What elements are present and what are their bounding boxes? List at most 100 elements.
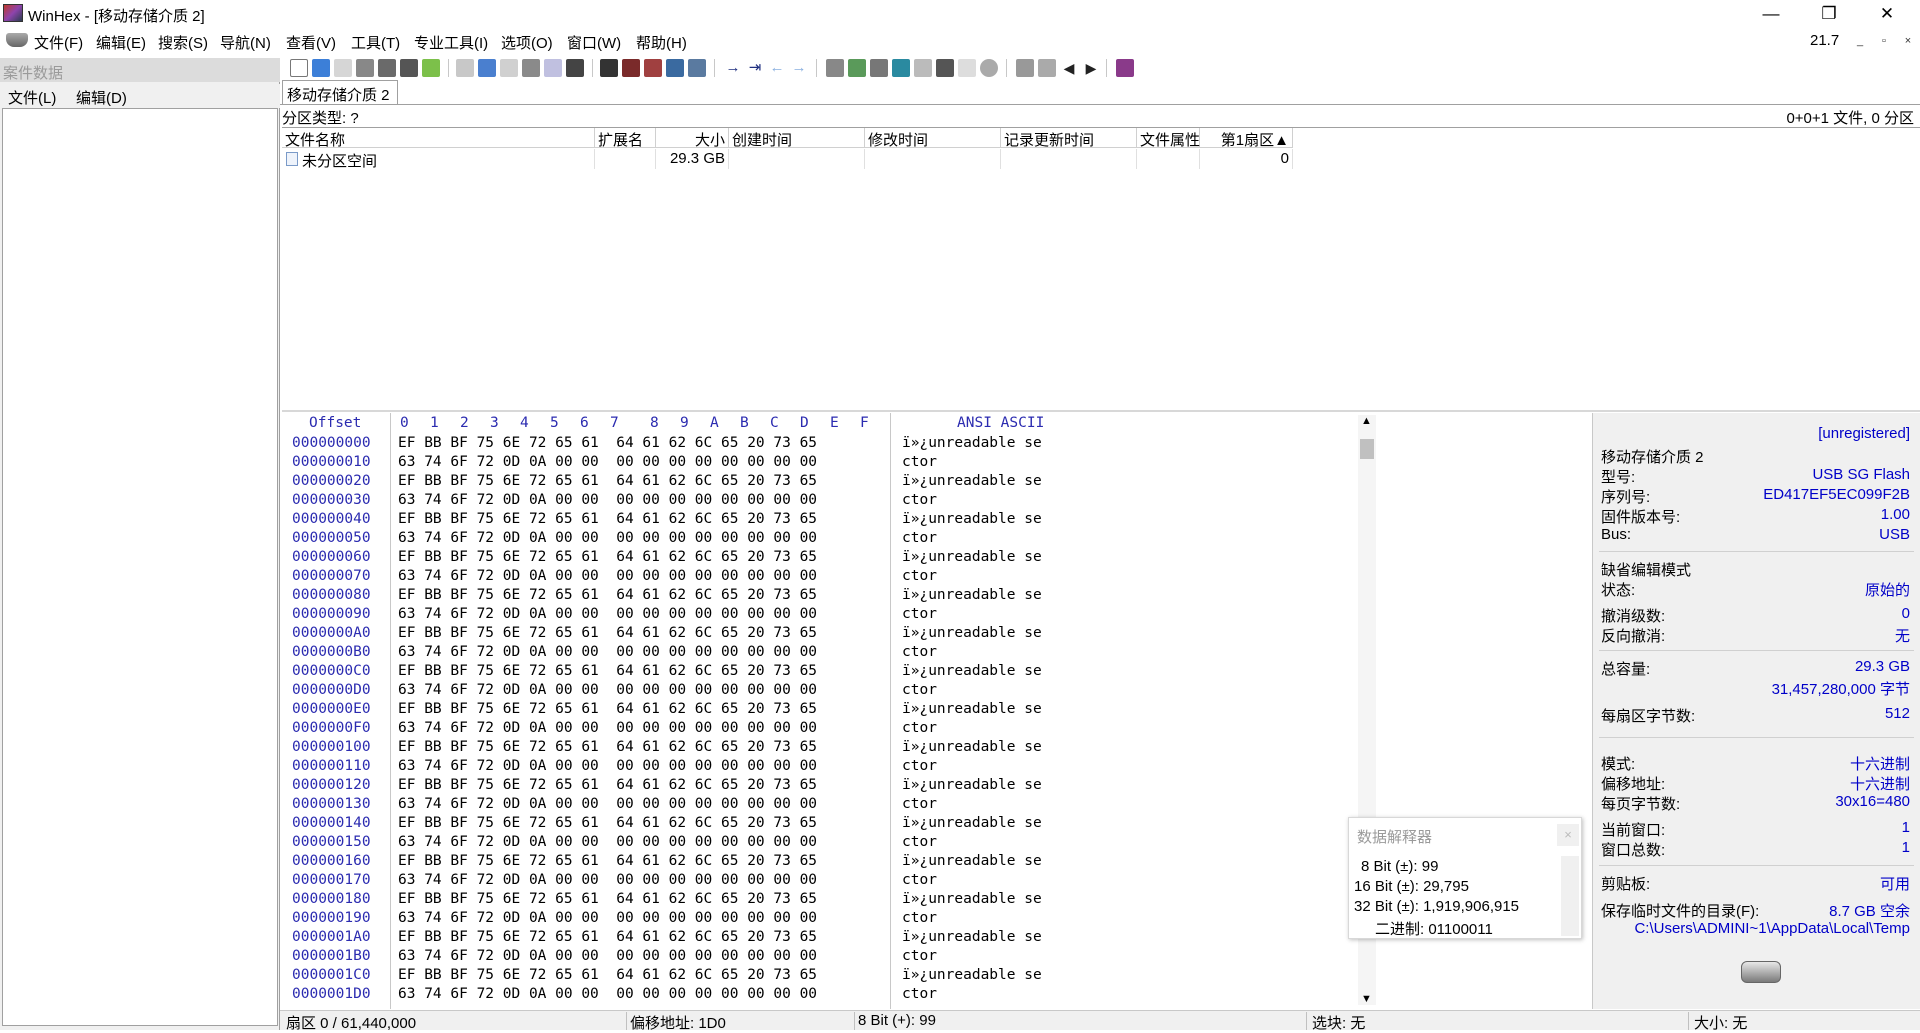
hex-bytes[interactable]: EF BB BF 75 6E 72 65 61 64 61 62 6C 65 2… xyxy=(398,929,817,948)
find-hex-icon[interactable] xyxy=(622,59,640,77)
hex-bytes[interactable]: EF BB BF 75 6E 72 65 61 64 61 62 6C 65 2… xyxy=(398,625,817,644)
replace-hex-icon[interactable] xyxy=(666,59,684,77)
hex-ascii[interactable]: ctor xyxy=(902,758,937,777)
open-icon[interactable] xyxy=(312,59,330,77)
hex-ascii[interactable]: ï»¿unreadable se xyxy=(902,625,1042,644)
case-tree[interactable] xyxy=(2,108,278,1026)
hex-bytes[interactable]: 63 74 6F 72 0D 0A 00 00 00 00 00 00 00 0… xyxy=(398,948,817,967)
hex-bytes[interactable]: EF BB BF 75 6E 72 65 61 64 61 62 6C 65 2… xyxy=(398,739,817,758)
hex-bytes[interactable]: EF BB BF 75 6E 72 65 61 64 61 62 6C 65 2… xyxy=(398,891,817,910)
hex-bytes[interactable]: EF BB BF 75 6E 72 65 61 64 61 62 6C 65 2… xyxy=(398,701,817,720)
col-header-first-sector[interactable]: 第1扇区▲ xyxy=(1200,128,1293,149)
calculator-icon[interactable] xyxy=(892,59,910,77)
col-header-filename[interactable]: 文件名称 xyxy=(282,128,595,149)
col-header-extension[interactable]: 扩展名 xyxy=(595,128,656,149)
settings-gear-icon[interactable] xyxy=(980,59,998,77)
hex-ascii[interactable]: ï»¿unreadable se xyxy=(902,549,1042,568)
hex-ascii[interactable]: ctor xyxy=(902,720,937,739)
offset-mode-value[interactable]: 十六进制 xyxy=(1850,773,1910,794)
hex-ascii[interactable]: ctor xyxy=(902,986,937,1005)
temp-dir-path[interactable]: C:\Users\ADMINI~1\AppData\Local\Temp xyxy=(1634,920,1910,937)
hex-bytes[interactable]: EF BB BF 75 6E 72 65 61 64 61 62 6C 65 2… xyxy=(398,511,817,530)
hex-ascii[interactable]: ï»¿unreadable se xyxy=(902,853,1042,872)
save-icon[interactable] xyxy=(334,59,352,77)
print-icon[interactable] xyxy=(356,59,374,77)
case-menu-file[interactable]: 文件(L) xyxy=(8,87,56,108)
hex-bytes[interactable]: 63 74 6F 72 0D 0A 00 00 00 00 00 00 00 0… xyxy=(398,568,817,587)
col-header-size[interactable]: 大小 xyxy=(656,128,729,149)
minimize-button[interactable]: — xyxy=(1742,0,1800,28)
clipboard-value[interactable]: 可用 xyxy=(1880,873,1910,894)
hex-ascii[interactable]: ctor xyxy=(902,568,937,587)
paste-block-icon[interactable] xyxy=(544,59,562,77)
hex-bytes[interactable]: 63 74 6F 72 0D 0A 00 00 00 00 00 00 00 0… xyxy=(398,492,817,511)
child-restore-button[interactable]: ▫ xyxy=(1874,32,1894,50)
hex-bytes[interactable]: 63 74 6F 72 0D 0A 00 00 00 00 00 00 00 0… xyxy=(398,530,817,549)
hex-ascii[interactable]: ï»¿unreadable se xyxy=(902,815,1042,834)
next-page-icon[interactable]: ▶ xyxy=(1082,59,1100,77)
hex-bytes[interactable]: 63 74 6F 72 0D 0A 00 00 00 00 00 00 00 0… xyxy=(398,796,817,815)
menu-file[interactable]: 文件(F) xyxy=(34,32,83,53)
template-icon[interactable] xyxy=(1016,59,1034,77)
hex-bytes[interactable]: 63 74 6F 72 0D 0A 00 00 00 00 00 00 00 0… xyxy=(398,834,817,853)
undo-icon[interactable] xyxy=(456,59,474,77)
manual-book-icon[interactable] xyxy=(1116,59,1134,77)
hex-ascii[interactable]: ctor xyxy=(902,948,937,967)
cut-icon[interactable] xyxy=(500,59,518,77)
menu-search[interactable]: 搜索(S) xyxy=(158,32,208,53)
menu-options[interactable]: 选项(O) xyxy=(501,32,553,53)
col-header-attributes[interactable]: 文件属性 xyxy=(1137,128,1200,149)
child-minimize-button[interactable]: _ xyxy=(1850,32,1870,50)
interpreter-close-button[interactable]: × xyxy=(1557,824,1579,846)
grid-icon[interactable] xyxy=(1038,59,1056,77)
paste-icon[interactable] xyxy=(522,59,540,77)
hex-bytes[interactable]: EF BB BF 75 6E 72 65 61 64 61 62 6C 65 2… xyxy=(398,663,817,682)
tab-removable-media-2[interactable]: 移动存储介质 2 xyxy=(282,80,398,104)
forward-icon[interactable]: → xyxy=(790,59,808,77)
menu-navigate[interactable]: 导航(N) xyxy=(220,32,271,53)
hex-bytes[interactable]: 63 74 6F 72 0D 0A 00 00 00 00 00 00 00 0… xyxy=(398,758,817,777)
scroll-down-icon[interactable]: ▼ xyxy=(1361,993,1372,1005)
hex-ascii[interactable]: ctor xyxy=(902,454,937,473)
hex-ascii[interactable]: ï»¿unreadable se xyxy=(902,967,1042,986)
properties-icon[interactable] xyxy=(378,59,396,77)
hex-bytes[interactable]: EF BB BF 75 6E 72 65 61 64 61 62 6C 65 2… xyxy=(398,853,817,872)
hex-ascii[interactable]: ctor xyxy=(902,872,937,891)
replace-text-icon[interactable] xyxy=(644,59,662,77)
find-again-icon[interactable] xyxy=(688,59,706,77)
mode-value[interactable]: 十六进制 xyxy=(1850,753,1910,774)
find-text-icon[interactable] xyxy=(600,59,618,77)
splitter[interactable] xyxy=(282,410,1920,412)
magnifier-icon[interactable] xyxy=(914,59,932,77)
go-to-offset-icon[interactable]: → xyxy=(724,59,742,77)
hex-bytes[interactable]: 63 74 6F 72 0D 0A 00 00 00 00 00 00 00 0… xyxy=(398,606,817,625)
menu-help[interactable]: 帮助(H) xyxy=(636,32,687,53)
back-icon[interactable]: ← xyxy=(768,59,786,77)
new-file-icon[interactable] xyxy=(290,59,308,77)
bytes-per-page-value[interactable]: 30x16=480 xyxy=(1835,793,1910,810)
hex-ascii[interactable]: ctor xyxy=(902,530,937,549)
recover-icon[interactable] xyxy=(958,59,976,77)
hex-bytes[interactable]: 63 74 6F 72 0D 0A 00 00 00 00 00 00 00 0… xyxy=(398,682,817,701)
menu-edit[interactable]: 编辑(E) xyxy=(96,32,146,53)
state-value[interactable]: 原始的 xyxy=(1865,579,1910,600)
data-interpreter-window[interactable]: 数据解释器 × 8 Bit (±): 99 16 Bit (±): 29,795… xyxy=(1348,817,1582,939)
file-table[interactable]: 文件名称 扩展名 大小 创建时间 修改时间 记录更新时间 文件属性 第1扇区▲ … xyxy=(282,127,1920,409)
hex-ascii[interactable]: ï»¿unreadable se xyxy=(902,663,1042,682)
hex-bytes[interactable]: 63 74 6F 72 0D 0A 00 00 00 00 00 00 00 0… xyxy=(398,986,817,1005)
hex-bytes[interactable]: 63 74 6F 72 0D 0A 00 00 00 00 00 00 00 0… xyxy=(398,720,817,739)
hex-bytes[interactable]: 63 74 6F 72 0D 0A 00 00 00 00 00 00 00 0… xyxy=(398,454,817,473)
ram-icon[interactable] xyxy=(870,59,888,77)
hex-ascii[interactable]: ctor xyxy=(902,682,937,701)
child-close-button[interactable]: × xyxy=(1898,32,1918,50)
hex-bytes[interactable]: EF BB BF 75 6E 72 65 61 64 61 62 6C 65 2… xyxy=(398,435,817,454)
col-header-record-changed[interactable]: 记录更新时间 xyxy=(1001,128,1137,149)
case-menu-edit[interactable]: 编辑(D) xyxy=(76,87,127,108)
menu-view[interactable]: 查看(V) xyxy=(286,32,336,53)
restore-button[interactable]: ❐ xyxy=(1800,0,1858,28)
hex-bytes[interactable]: EF BB BF 75 6E 72 65 61 64 61 62 6C 65 2… xyxy=(398,815,817,834)
col-header-created[interactable]: 创建时间 xyxy=(729,128,865,149)
hex-bytes[interactable]: EF BB BF 75 6E 72 65 61 64 61 62 6C 65 2… xyxy=(398,777,817,796)
hex-ascii[interactable]: ctor xyxy=(902,796,937,815)
scroll-up-icon[interactable]: ▲ xyxy=(1361,415,1372,427)
